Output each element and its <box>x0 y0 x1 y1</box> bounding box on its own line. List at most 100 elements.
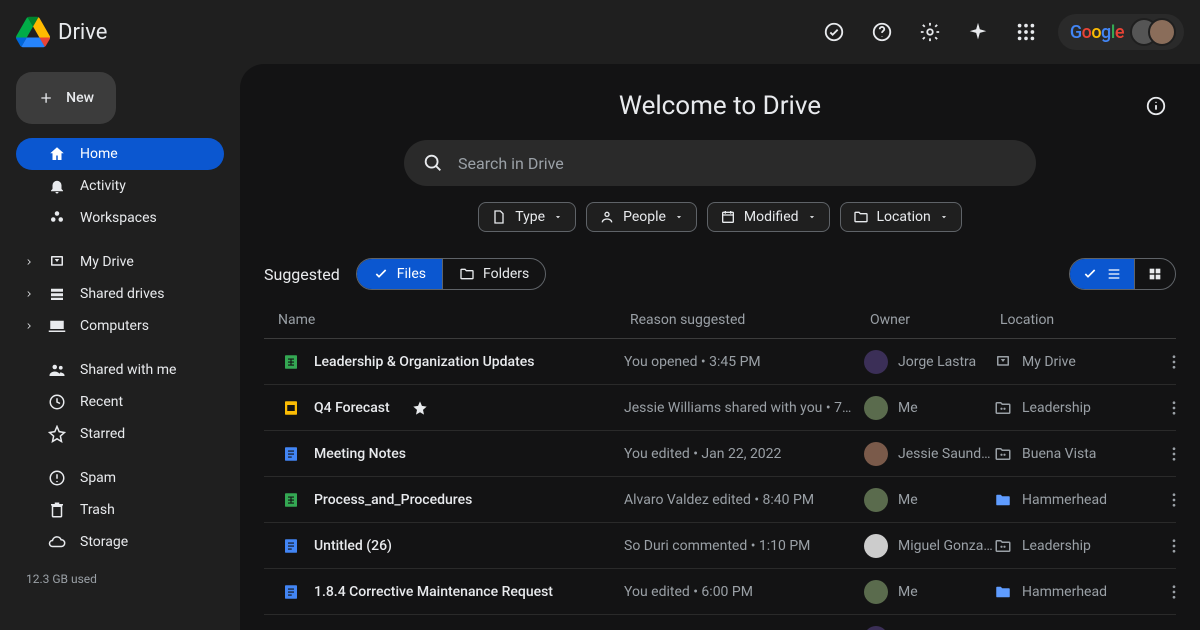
more-actions-button[interactable] <box>1154 537 1194 555</box>
content-type-segment: Files Folders <box>356 258 546 290</box>
settings-gear-icon[interactable] <box>910 12 950 52</box>
clock-icon <box>48 393 66 411</box>
more-actions-button[interactable] <box>1154 399 1194 417</box>
gemini-sparkle-icon[interactable] <box>958 12 998 52</box>
details-info-icon[interactable] <box>1136 86 1176 126</box>
sidebar-item-trash[interactable]: Trash <box>16 494 224 526</box>
sidebar-item-my-drive[interactable]: My Drive <box>16 246 224 278</box>
location-icon <box>994 491 1012 509</box>
chip-label: Modified <box>744 209 799 225</box>
trash-icon <box>48 501 66 519</box>
reason-text: Alvaro Valdez edited • 8:40 PM <box>624 492 864 508</box>
filter-chip-modified[interactable]: Modified <box>707 202 830 232</box>
sidebar-item-computers[interactable]: Computers <box>16 310 224 342</box>
expand-chevron-icon[interactable] <box>24 321 34 331</box>
col-owner[interactable]: Owner <box>870 312 1000 328</box>
table-row[interactable]: Leadership & Organization Updates You op… <box>264 339 1176 385</box>
person-icon <box>599 209 615 225</box>
sidebar-item-label: Workspaces <box>80 210 157 226</box>
reason-text: You edited • 6:00 PM <box>624 584 864 600</box>
owner-name: Miguel Gonza… <box>898 538 993 554</box>
segment-files[interactable]: Files <box>357 259 442 289</box>
sheets-file-icon <box>282 491 300 509</box>
account-switcher[interactable]: Google <box>1058 14 1184 50</box>
sidebar-item-spam[interactable]: Spam <box>16 462 224 494</box>
more-actions-button[interactable] <box>1154 583 1194 601</box>
sidebar-item-label: Starred <box>80 426 125 442</box>
view-grid[interactable] <box>1134 259 1175 289</box>
location-cell[interactable]: Buena Vista <box>994 445 1154 463</box>
sidebar-item-shared-drives[interactable]: Shared drives <box>16 278 224 310</box>
view-list[interactable] <box>1070 259 1134 289</box>
check-icon <box>373 266 389 282</box>
sidebar-item-recent[interactable]: Recent <box>16 386 224 418</box>
mydrive-icon <box>48 253 66 271</box>
sidebar-item-home[interactable]: Home <box>16 138 224 170</box>
sidebar-item-label: Recent <box>80 394 123 410</box>
search-bar[interactable] <box>404 140 1036 186</box>
filter-chip-people[interactable]: People <box>586 202 697 232</box>
view-mode-segment <box>1069 258 1176 290</box>
table-row[interactable]: Weekly Forecast (9) Christian Schwarz me… <box>264 615 1176 630</box>
sidebar-item-label: Spam <box>80 470 116 486</box>
table-row[interactable]: Process_and_Procedures Alvaro Valdez edi… <box>264 477 1176 523</box>
location-cell[interactable]: Leadership <box>994 537 1154 555</box>
apps-grid-icon[interactable] <box>1006 12 1046 52</box>
location-icon <box>994 445 1012 463</box>
calendar-icon <box>720 209 736 225</box>
location-cell[interactable]: My Drive <box>994 353 1154 371</box>
more-actions-button[interactable] <box>1154 353 1194 371</box>
more-vertical-icon <box>1165 399 1183 417</box>
offline-ready-icon[interactable] <box>814 12 854 52</box>
filter-chip-location[interactable]: Location <box>840 202 962 232</box>
col-name[interactable]: Name <box>270 312 630 328</box>
more-vertical-icon <box>1165 445 1183 463</box>
owner-name: Me <box>898 492 918 508</box>
owner-avatar <box>864 626 888 630</box>
location-cell[interactable]: Hammerhead <box>994 491 1154 509</box>
sidebar-item-workspaces[interactable]: Workspaces <box>16 202 224 234</box>
location-icon <box>994 399 1012 417</box>
cloud-icon <box>48 533 66 551</box>
drive-logo-icon <box>16 15 50 49</box>
segment-folders[interactable]: Folders <box>442 259 545 289</box>
owner-cell: Me <box>864 396 994 420</box>
owner-cell: Jorge Lastra <box>864 350 994 374</box>
sidebar-item-label: Computers <box>80 318 149 334</box>
slides-file-icon <box>282 399 300 417</box>
owner-name: Me <box>898 400 918 416</box>
more-actions-button[interactable] <box>1154 445 1194 463</box>
table-row[interactable]: 1.8.4 Corrective Maintenance Request You… <box>264 569 1176 615</box>
sidebar-item-shared-with-me[interactable]: Shared with me <box>16 354 224 386</box>
workspaces-icon <box>48 209 66 227</box>
table-row[interactable]: Q4 Forecast Jessie Williams shared with … <box>264 385 1176 431</box>
folder-icon <box>853 209 869 225</box>
more-vertical-icon <box>1165 583 1183 601</box>
new-button[interactable]: New <box>16 72 116 124</box>
logo-area[interactable]: Drive <box>16 15 107 49</box>
location-cell[interactable]: Leadership <box>994 399 1154 417</box>
location-icon <box>994 583 1012 601</box>
table-row[interactable]: Untitled (26) So Duri commented • 1:10 P… <box>264 523 1176 569</box>
shared-drives-icon <box>48 285 66 303</box>
location-cell[interactable]: Hammerhead <box>994 583 1154 601</box>
col-reason[interactable]: Reason suggested <box>630 312 870 328</box>
sidebar-item-activity[interactable]: Activity <box>16 170 224 202</box>
search-input[interactable] <box>458 154 1018 173</box>
main-content: Welcome to Drive Type People Modified Lo… <box>240 64 1200 630</box>
expand-chevron-icon[interactable] <box>24 289 34 299</box>
filter-chip-type[interactable]: Type <box>478 202 576 232</box>
file-name: Leadership & Organization Updates <box>314 354 534 370</box>
table-row[interactable]: Meeting Notes You edited • Jan 22, 2022 … <box>264 431 1176 477</box>
bell-icon <box>48 177 66 195</box>
sidebar-item-label: Home <box>80 146 118 162</box>
sidebar: New Home Activity Workspaces My Drive Sh… <box>0 64 240 630</box>
sidebar-item-storage[interactable]: Storage <box>16 526 224 558</box>
col-location[interactable]: Location <box>1000 312 1160 328</box>
more-actions-button[interactable] <box>1154 491 1194 509</box>
location-name: Hammerhead <box>1022 492 1107 508</box>
expand-chevron-icon[interactable] <box>24 257 34 267</box>
help-icon[interactable] <box>862 12 902 52</box>
owner-avatar <box>864 350 888 374</box>
sidebar-item-starred[interactable]: Starred <box>16 418 224 450</box>
